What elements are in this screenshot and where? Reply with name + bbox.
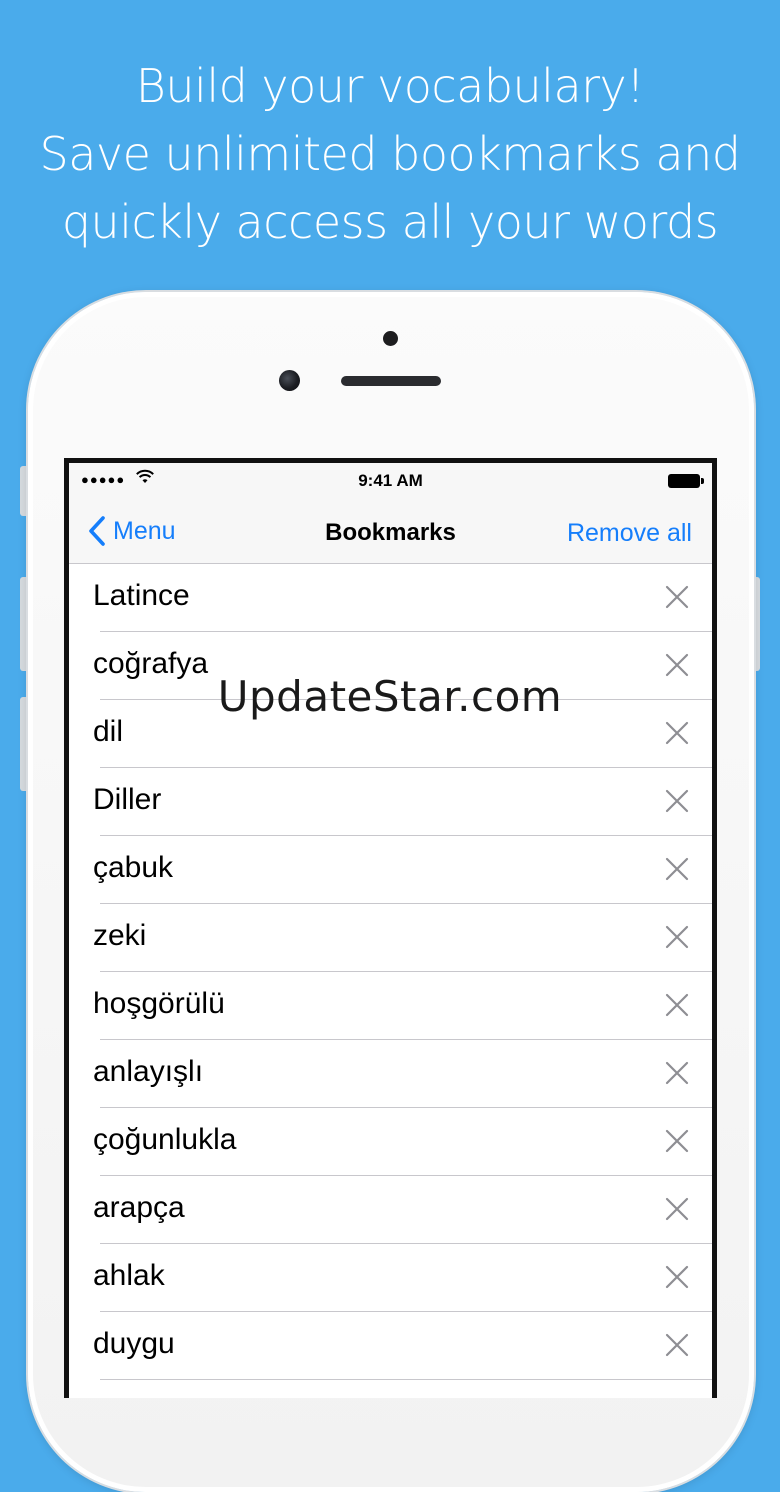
bookmark-row[interactable]: çabuk <box>69 836 712 904</box>
status-time: 9:41 AM <box>358 471 423 490</box>
remove-bookmark-icon[interactable] <box>664 1264 690 1290</box>
bookmark-row[interactable]: ahlak <box>69 1244 712 1312</box>
headline-line-2: Save unlimited bookmarks and <box>39 127 741 181</box>
remove-bookmark-icon[interactable] <box>664 1128 690 1154</box>
bookmark-word: arapça <box>93 1191 185 1224</box>
bookmark-word: hoşgörülü <box>93 987 225 1020</box>
bookmark-word: coğrafya <box>93 647 209 680</box>
remove-bookmark-icon[interactable] <box>664 1196 690 1222</box>
promo-headline: Build your vocabulary! Save unlimited bo… <box>0 52 780 256</box>
remove-bookmark-icon[interactable] <box>664 652 690 678</box>
remove-bookmark-icon[interactable] <box>664 1332 690 1358</box>
bookmark-word: dil <box>93 715 124 748</box>
bookmark-word: çabuk <box>93 851 174 884</box>
bookmark-row[interactable]: zeki <box>69 904 712 972</box>
bookmark-word: çoğunlukla <box>93 1123 237 1156</box>
bookmark-word: duygu <box>93 1327 175 1360</box>
bookmark-row[interactable]: dil <box>69 700 712 768</box>
earpiece-speaker <box>341 376 441 386</box>
remove-bookmark-icon[interactable] <box>664 856 690 882</box>
phone-volume-up <box>20 577 26 671</box>
bookmark-word: zeki <box>93 919 147 952</box>
remove-bookmark-icon[interactable] <box>664 788 690 814</box>
remove-bookmark-icon[interactable] <box>664 992 690 1018</box>
front-camera <box>279 370 300 391</box>
phone-mute-switch <box>20 466 26 516</box>
headline-line-1: Build your vocabulary! <box>135 59 645 113</box>
navigation-bar: Menu Bookmarks Remove all <box>69 499 712 564</box>
bookmark-word: ahlak <box>93 1259 165 1292</box>
remove-bookmark-icon[interactable] <box>664 1060 690 1086</box>
remove-bookmark-icon[interactable] <box>664 924 690 950</box>
bookmark-row[interactable]: duygu <box>69 1312 712 1380</box>
remove-bookmark-icon[interactable] <box>664 720 690 746</box>
bookmark-row[interactable]: arapça <box>69 1176 712 1244</box>
battery-icon <box>668 474 704 488</box>
bookmark-row[interactable]: coğrafya <box>69 632 712 700</box>
bookmark-word: Diller <box>93 783 162 816</box>
bookmark-row[interactable]: çoğunlukla <box>69 1108 712 1176</box>
bookmark-row[interactable]: Latince <box>69 564 712 632</box>
remove-bookmark-icon[interactable] <box>664 584 690 610</box>
bookmark-list: Latince coğrafya dil Diller çabuk zeki hoşgörü… <box>69 564 712 1380</box>
bookmark-row[interactable]: Diller <box>69 768 712 836</box>
remove-all-button[interactable]: Remove all <box>567 519 692 548</box>
headline-line-3: quickly access all your words <box>61 195 719 249</box>
bookmark-row[interactable]: anlayışlı <box>69 1040 712 1108</box>
bookmark-row[interactable]: hoşgörülü <box>69 972 712 1040</box>
phone-power-button <box>754 577 760 671</box>
bookmark-word: anlayışlı <box>93 1055 204 1088</box>
bookmark-word: Latince <box>93 579 190 612</box>
app-screen: ●●●●● 9:41 AM Menu Bookmarks Remove all <box>69 463 712 1398</box>
proximity-sensor <box>383 331 398 346</box>
phone-screen: ●●●●● 9:41 AM Menu Bookmarks Remove all <box>64 458 717 1398</box>
phone-volume-down <box>20 697 26 791</box>
status-bar: ●●●●● 9:41 AM <box>69 463 712 499</box>
